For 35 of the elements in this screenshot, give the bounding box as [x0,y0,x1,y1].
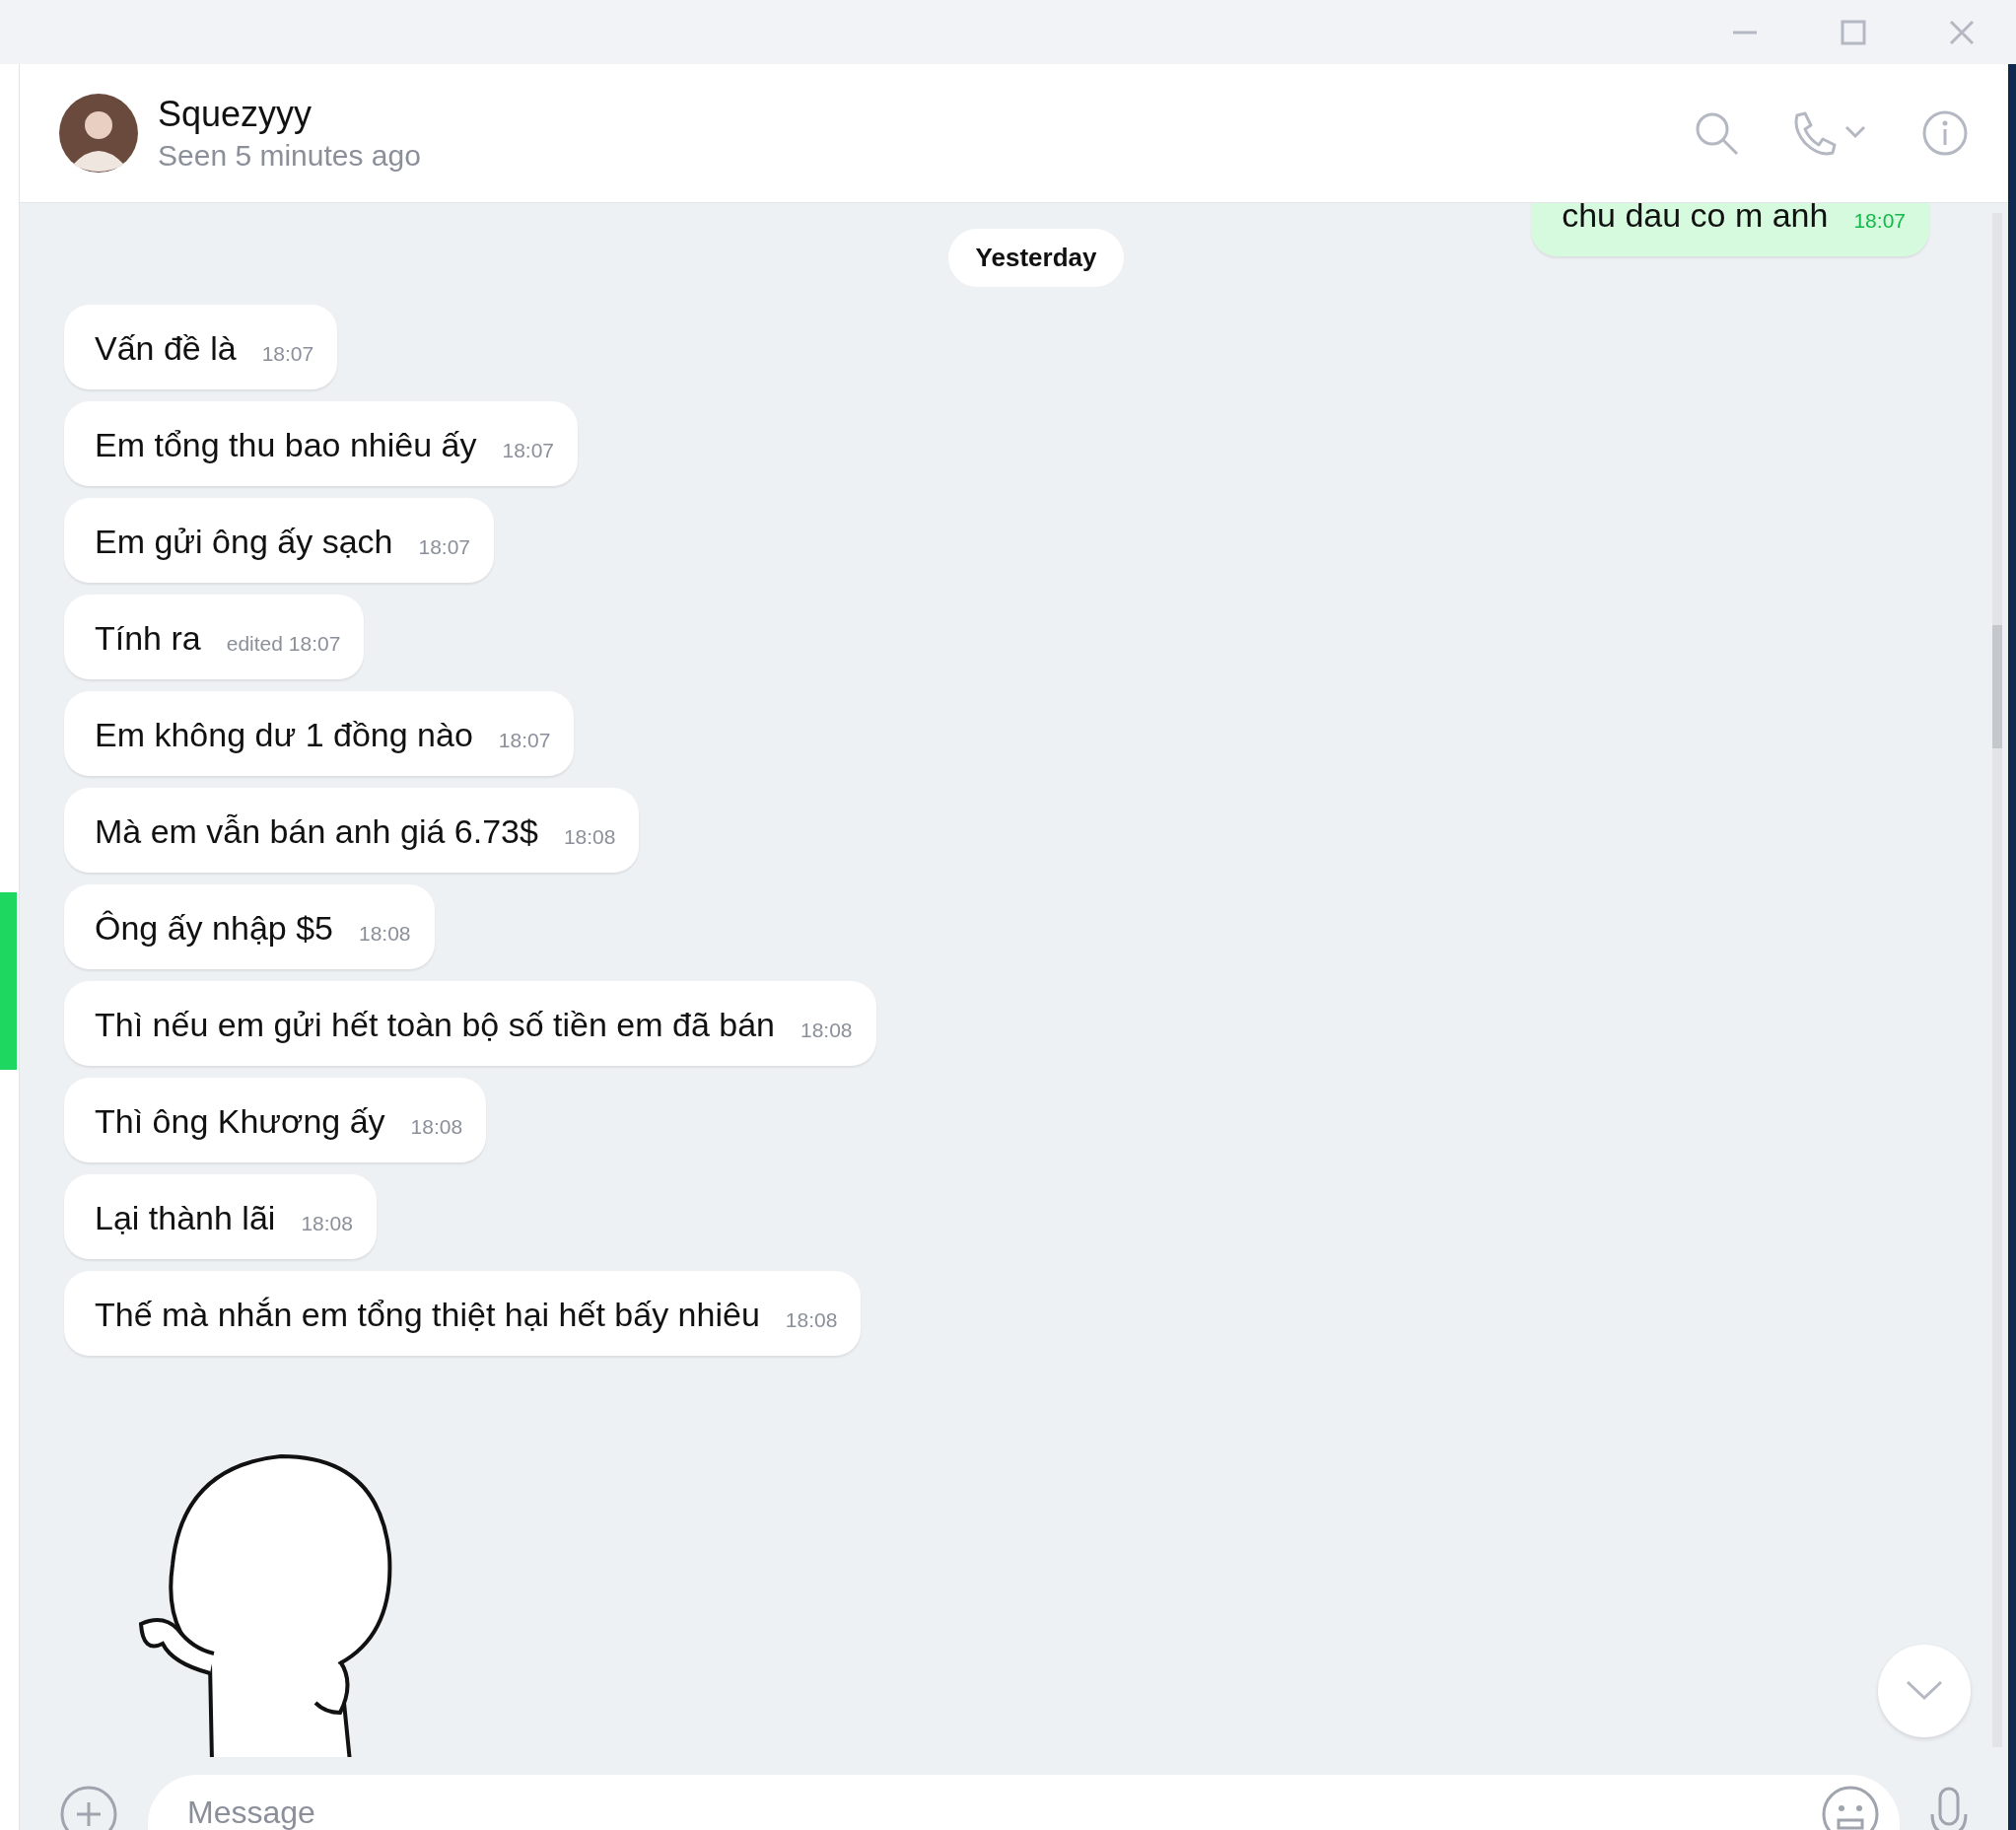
avatar[interactable] [59,94,138,173]
message-text: Em tổng thu bao nhiêu ấy [95,425,477,464]
message-text: chu dau co m anh [1562,203,1829,235]
message-time: 18:07 [261,341,314,367]
message-text: Mà em vẫn bán anh giá 6.73$ [95,811,538,851]
message-text: Em không dư 1 đồng nào [95,715,473,754]
add-icon[interactable] [59,1785,118,1830]
message-time: 18:08 [358,921,411,947]
message-text: Thì nếu em gửi hết toàn bộ số tiền em đã bán [95,1005,775,1044]
microphone-icon[interactable] [1929,1785,1969,1830]
message-time: 18:08 [563,824,616,850]
message-time: 18:07 [502,438,555,463]
info-icon[interactable] [1921,109,1969,157]
message-time: 18:08 [785,1307,838,1333]
message-time: 18:08 [800,1018,853,1043]
message-text: Em gửi ông ấy sạch [95,522,393,561]
message-time: 18:07 [418,534,471,560]
message-text: Tính ra [95,618,201,658]
message-input[interactable]: Message [148,1775,1900,1830]
contact-name: Squezyyy [158,94,313,135]
message-text: Ông ấy nhập $5 [95,908,333,948]
message-time: 18:08 [301,1211,353,1236]
message-time: 18:07 [498,728,551,753]
message-text: Thì ông Khương ấy [95,1101,385,1141]
message-time: 18:07 [1853,208,1906,234]
message-text: Lại thành lãi [95,1198,276,1237]
chevron-down-icon [1905,1679,1944,1703]
emoji-icon[interactable] [1821,1785,1880,1830]
scrollbar-thumb[interactable] [1992,625,2002,748]
date-divider: Yesterday [947,229,1125,287]
last-seen-status: Seen 5 minutes ago [158,139,421,173]
message-text: Thế mà nhắn em tổng thiệt hại hết bấy nhiêu [95,1295,760,1334]
message-time: 18:08 [410,1114,463,1140]
message-time: edited 18:07 [226,631,341,657]
message-text: Vấn đề là [95,328,237,368]
